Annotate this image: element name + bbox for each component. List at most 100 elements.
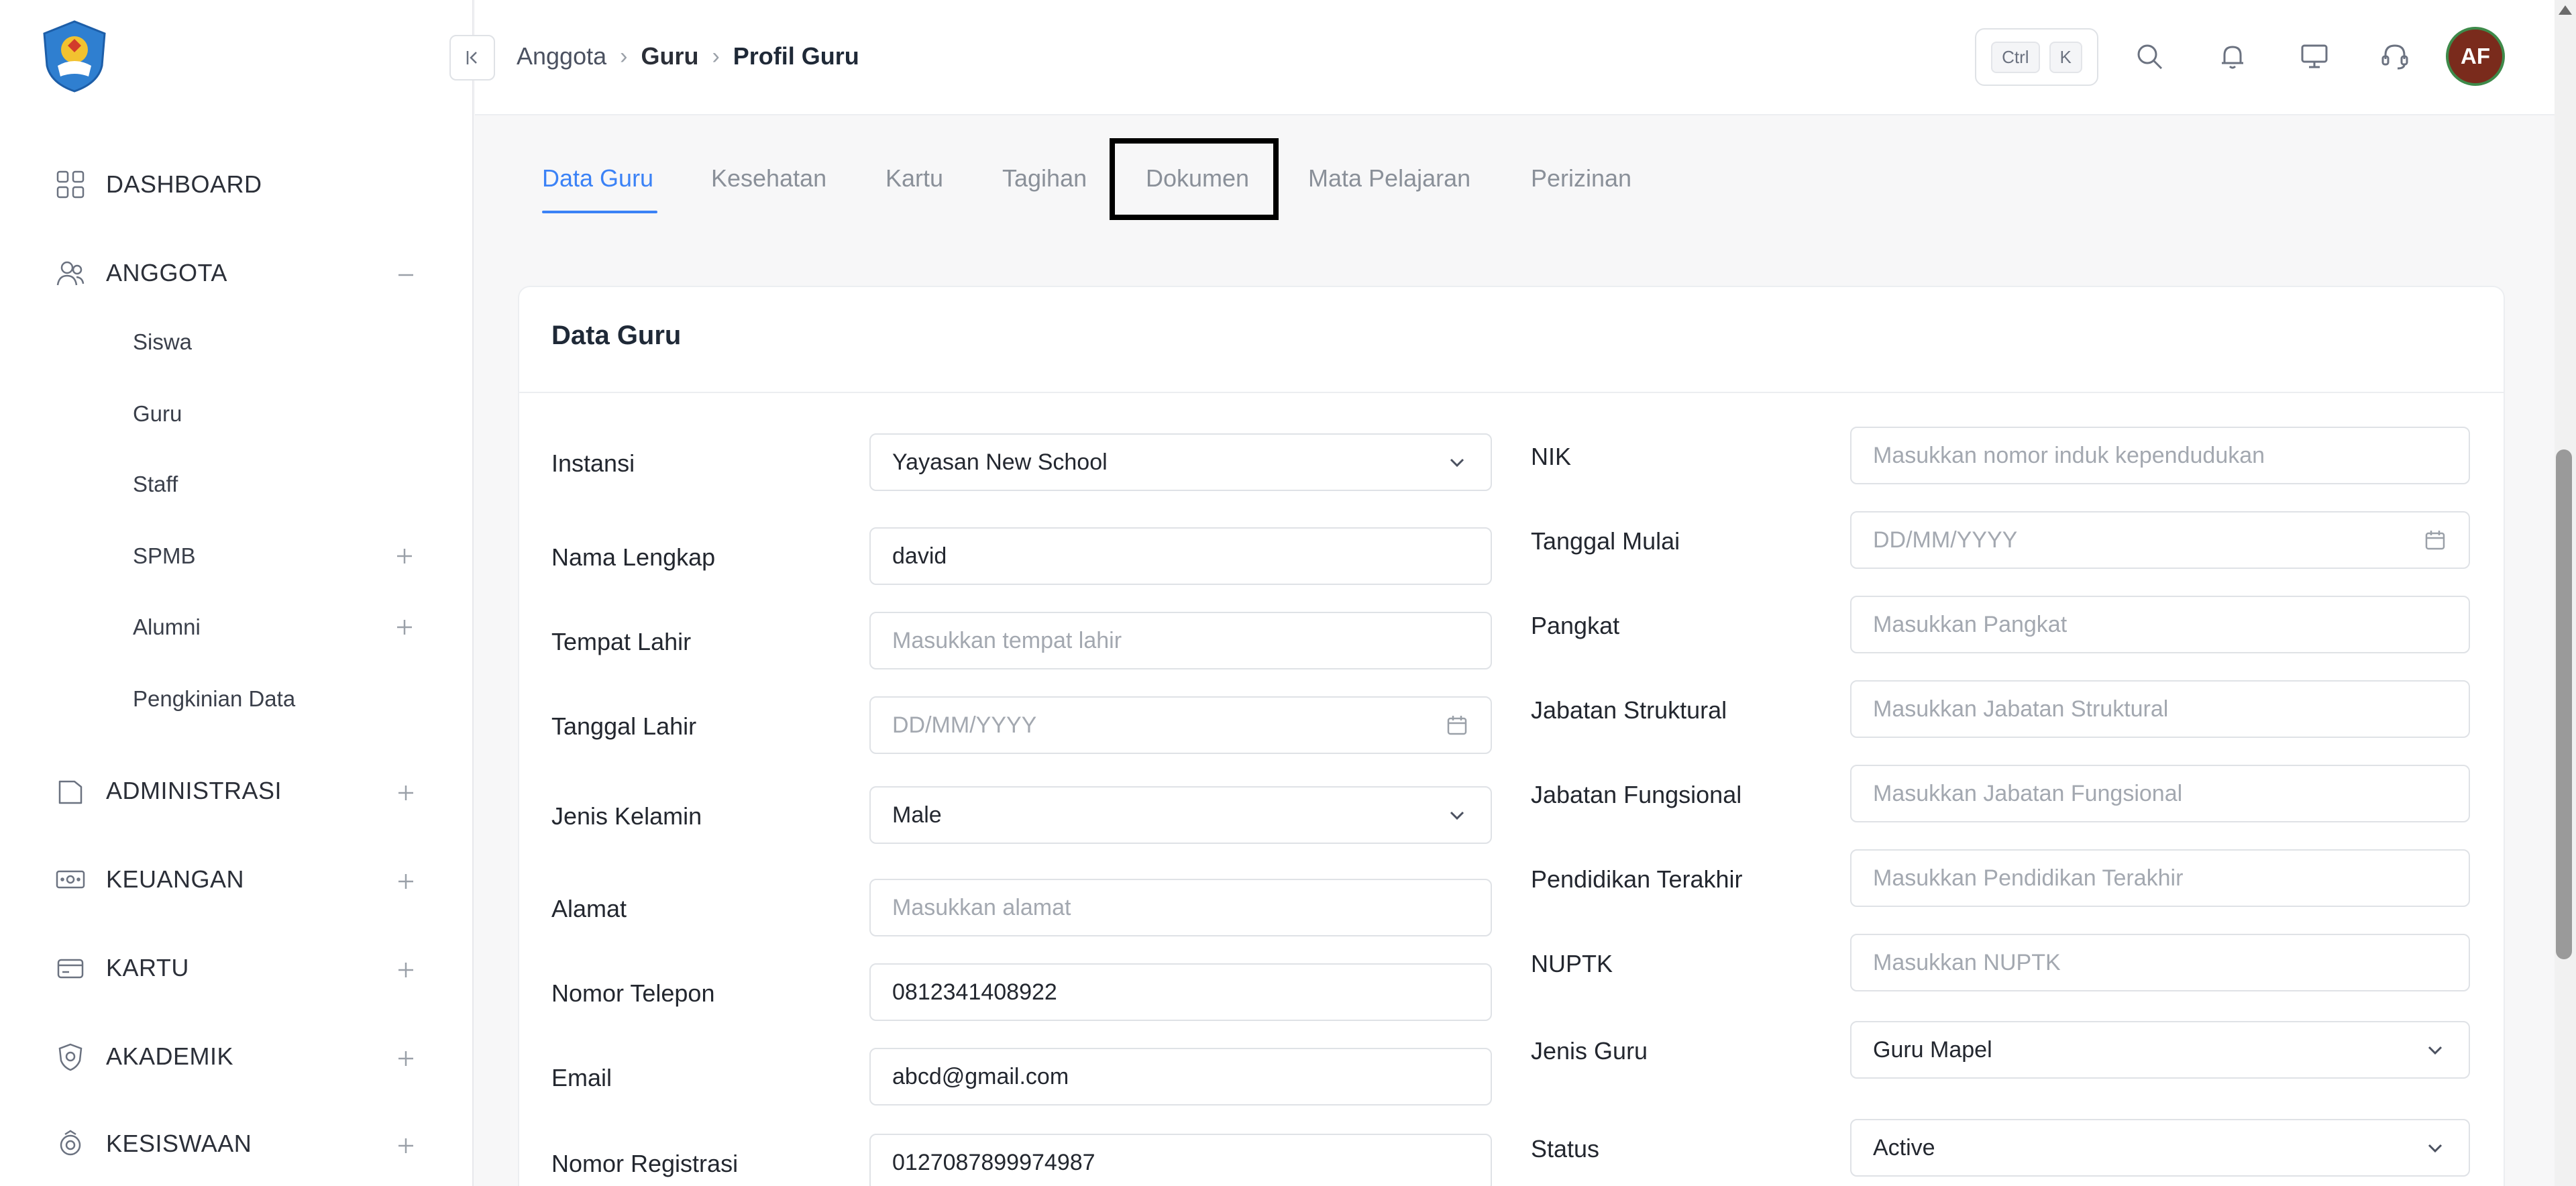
expand-plus-icon[interactable] <box>394 617 415 637</box>
tab-kartu[interactable]: Kartu <box>885 160 943 197</box>
sidebar-item-label: Guru <box>133 401 182 426</box>
jenis-guru-select[interactable]: Guru Mapel <box>1850 1021 2470 1079</box>
field-placeholder: Masukkan Pangkat <box>1873 611 2068 637</box>
folder-icon <box>54 774 87 808</box>
dashboard-grid-icon <box>54 168 87 201</box>
display-button[interactable] <box>2293 35 2336 78</box>
headset-icon <box>2381 44 2408 70</box>
tab-perizinan[interactable]: Perizinan <box>1531 160 1631 197</box>
sidebar-item-siswa[interactable]: Siswa <box>133 322 415 362</box>
label-status: Status <box>1531 1135 1600 1163</box>
support-button[interactable] <box>2373 35 2416 78</box>
sidebar-item-label: Staff <box>133 472 178 496</box>
label-tanggal-lahir: Tanggal Lahir <box>551 712 697 740</box>
nuptk-input[interactable]: Masukkan NUPTK <box>1850 934 2470 991</box>
calendar-icon[interactable] <box>2422 527 2449 553</box>
tempat-lahir-input[interactable]: Masukkan tempat lahir <box>869 612 1492 669</box>
nav-kesiswaan[interactable]: KESISWAAN <box>54 1120 416 1167</box>
sidebar-item-pengkinian-data[interactable]: Pengkinian Data <box>133 679 415 719</box>
label-tempat-lahir: Tempat Lahir <box>551 628 692 655</box>
label-jabatan-struktural: Jabatan Struktural <box>1531 696 1727 724</box>
nav-label: KESISWAAN <box>106 1130 252 1157</box>
jenis-kelamin-select[interactable]: Male <box>869 786 1492 844</box>
nav-label: ANGGOTA <box>106 259 227 286</box>
field-placeholder: Masukkan Jabatan Struktural <box>1873 696 2169 722</box>
tab-data-guru[interactable]: Data Guru <box>542 160 653 197</box>
field-placeholder: Masukkan Jabatan Fungsional <box>1873 780 2183 806</box>
label-pendidikan-terakhir: Pendidikan Terakhir <box>1531 865 1743 893</box>
field-placeholder: Masukkan nomor induk kependudukan <box>1873 442 2265 468</box>
school-logo[interactable] <box>38 19 111 94</box>
label-jenis-guru: Jenis Guru <box>1531 1037 1648 1065</box>
nav-keuangan[interactable]: KEUANGAN <box>54 856 416 903</box>
jabatan-struktural-input[interactable]: Masukkan Jabatan Struktural <box>1850 680 2470 738</box>
chevron-down-icon <box>1444 449 1470 476</box>
field-value: abcd@gmail.com <box>892 1063 1069 1089</box>
calendar-icon[interactable] <box>1444 712 1470 739</box>
tab-tagihan[interactable]: Tagihan <box>1002 160 1087 197</box>
tab-kesehatan[interactable]: Kesehatan <box>711 160 826 197</box>
user-avatar[interactable]: AF <box>2446 27 2505 86</box>
nomor-registrasi-input[interactable]: 0127087899974987 <box>869 1134 1492 1186</box>
label-nomor-telepon: Nomor Telepon <box>551 979 715 1007</box>
nav-akademik[interactable]: AKADEMIK <box>54 1033 416 1080</box>
expand-plus-icon[interactable] <box>396 1046 416 1067</box>
sidebar: DASHBOARD ANGGOTA Siswa Guru Staff SPMB … <box>0 0 474 1186</box>
collapse-left-icon <box>466 51 477 64</box>
nama-lengkap-input[interactable]: david <box>869 527 1492 585</box>
pendidikan-terakhir-input[interactable]: Masukkan Pendidikan Terakhir <box>1850 849 2470 907</box>
expand-plus-icon[interactable] <box>394 546 415 566</box>
email-input[interactable]: abcd@gmail.com <box>869 1048 1492 1106</box>
nav-kartu[interactable]: KARTU <box>54 945 416 991</box>
breadcrumb-anggota[interactable]: Anggota <box>517 42 606 70</box>
search-icon <box>2137 44 2163 70</box>
sidebar-item-staff[interactable]: Staff <box>133 464 415 504</box>
sidebar-item-alumni[interactable]: Alumni <box>133 607 415 647</box>
nav-anggota[interactable]: ANGGOTA <box>54 250 416 296</box>
users-icon <box>54 256 87 290</box>
search-button[interactable] <box>2128 35 2171 78</box>
money-icon <box>54 863 87 896</box>
bell-icon <box>2222 46 2243 69</box>
jabatan-fungsional-input[interactable]: Masukkan Jabatan Fungsional <box>1850 765 2470 822</box>
notifications-button[interactable] <box>2211 35 2254 78</box>
sidebar-item-label: Alumni <box>133 614 201 639</box>
field-value: Yayasan New School <box>892 449 1108 475</box>
expand-plus-icon[interactable] <box>396 869 416 889</box>
nav-label: KARTU <box>106 954 189 981</box>
monitor-icon <box>2301 44 2328 68</box>
expand-plus-icon[interactable] <box>396 781 416 801</box>
command-search-shortcut[interactable]: Ctrl K <box>1975 28 2098 86</box>
tab-mata-pelajaran[interactable]: Mata Pelajaran <box>1308 160 1470 197</box>
scroll-up-icon[interactable] <box>2559 5 2572 15</box>
sidebar-item-spmb[interactable]: SPMB <box>133 536 415 576</box>
scrollbar-thumb[interactable] <box>2556 449 2572 959</box>
pangkat-input[interactable]: Masukkan Pangkat <box>1850 596 2470 653</box>
status-select[interactable]: Active <box>1850 1119 2470 1177</box>
chevron-down-icon <box>2422 1134 2449 1161</box>
card-icon <box>54 951 87 985</box>
label-jabatan-fungsional: Jabatan Fungsional <box>1531 781 1742 808</box>
field-value: 0127087899974987 <box>892 1149 1095 1175</box>
collapse-minus-icon[interactable] <box>396 263 416 283</box>
nav-dashboard[interactable]: DASHBOARD <box>54 161 416 208</box>
instansi-select[interactable]: Yayasan New School <box>869 433 1492 491</box>
breadcrumb-guru[interactable]: Guru <box>641 42 698 70</box>
expand-plus-icon[interactable] <box>396 1134 416 1154</box>
tanggal-mulai-date-field[interactable]: DD/MM/YYYY <box>1850 511 2470 569</box>
kbd-k: K <box>2049 41 2082 73</box>
nomor-telepon-input[interactable]: 0812341408922 <box>869 963 1492 1021</box>
field-placeholder: DD/MM/YYYY <box>892 712 1037 738</box>
kbd-ctrl: Ctrl <box>1991 41 2040 73</box>
collapse-sidebar-button[interactable] <box>449 35 495 80</box>
sidebar-item-label: Pengkinian Data <box>133 686 296 711</box>
nav-administrasi[interactable]: ADMINISTRASI <box>54 767 416 814</box>
active-tab-indicator <box>542 211 657 213</box>
expand-plus-icon[interactable] <box>396 958 416 978</box>
academic-badge-icon <box>54 1040 87 1073</box>
tanggal-lahir-date-field[interactable]: DD/MM/YYYY <box>869 696 1492 754</box>
alamat-input[interactable]: Masukkan alamat <box>869 879 1492 936</box>
nik-input[interactable]: Masukkan nomor induk kependudukan <box>1850 427 2470 484</box>
sidebar-item-guru[interactable]: Guru <box>133 394 415 434</box>
student-icon <box>54 1127 87 1161</box>
